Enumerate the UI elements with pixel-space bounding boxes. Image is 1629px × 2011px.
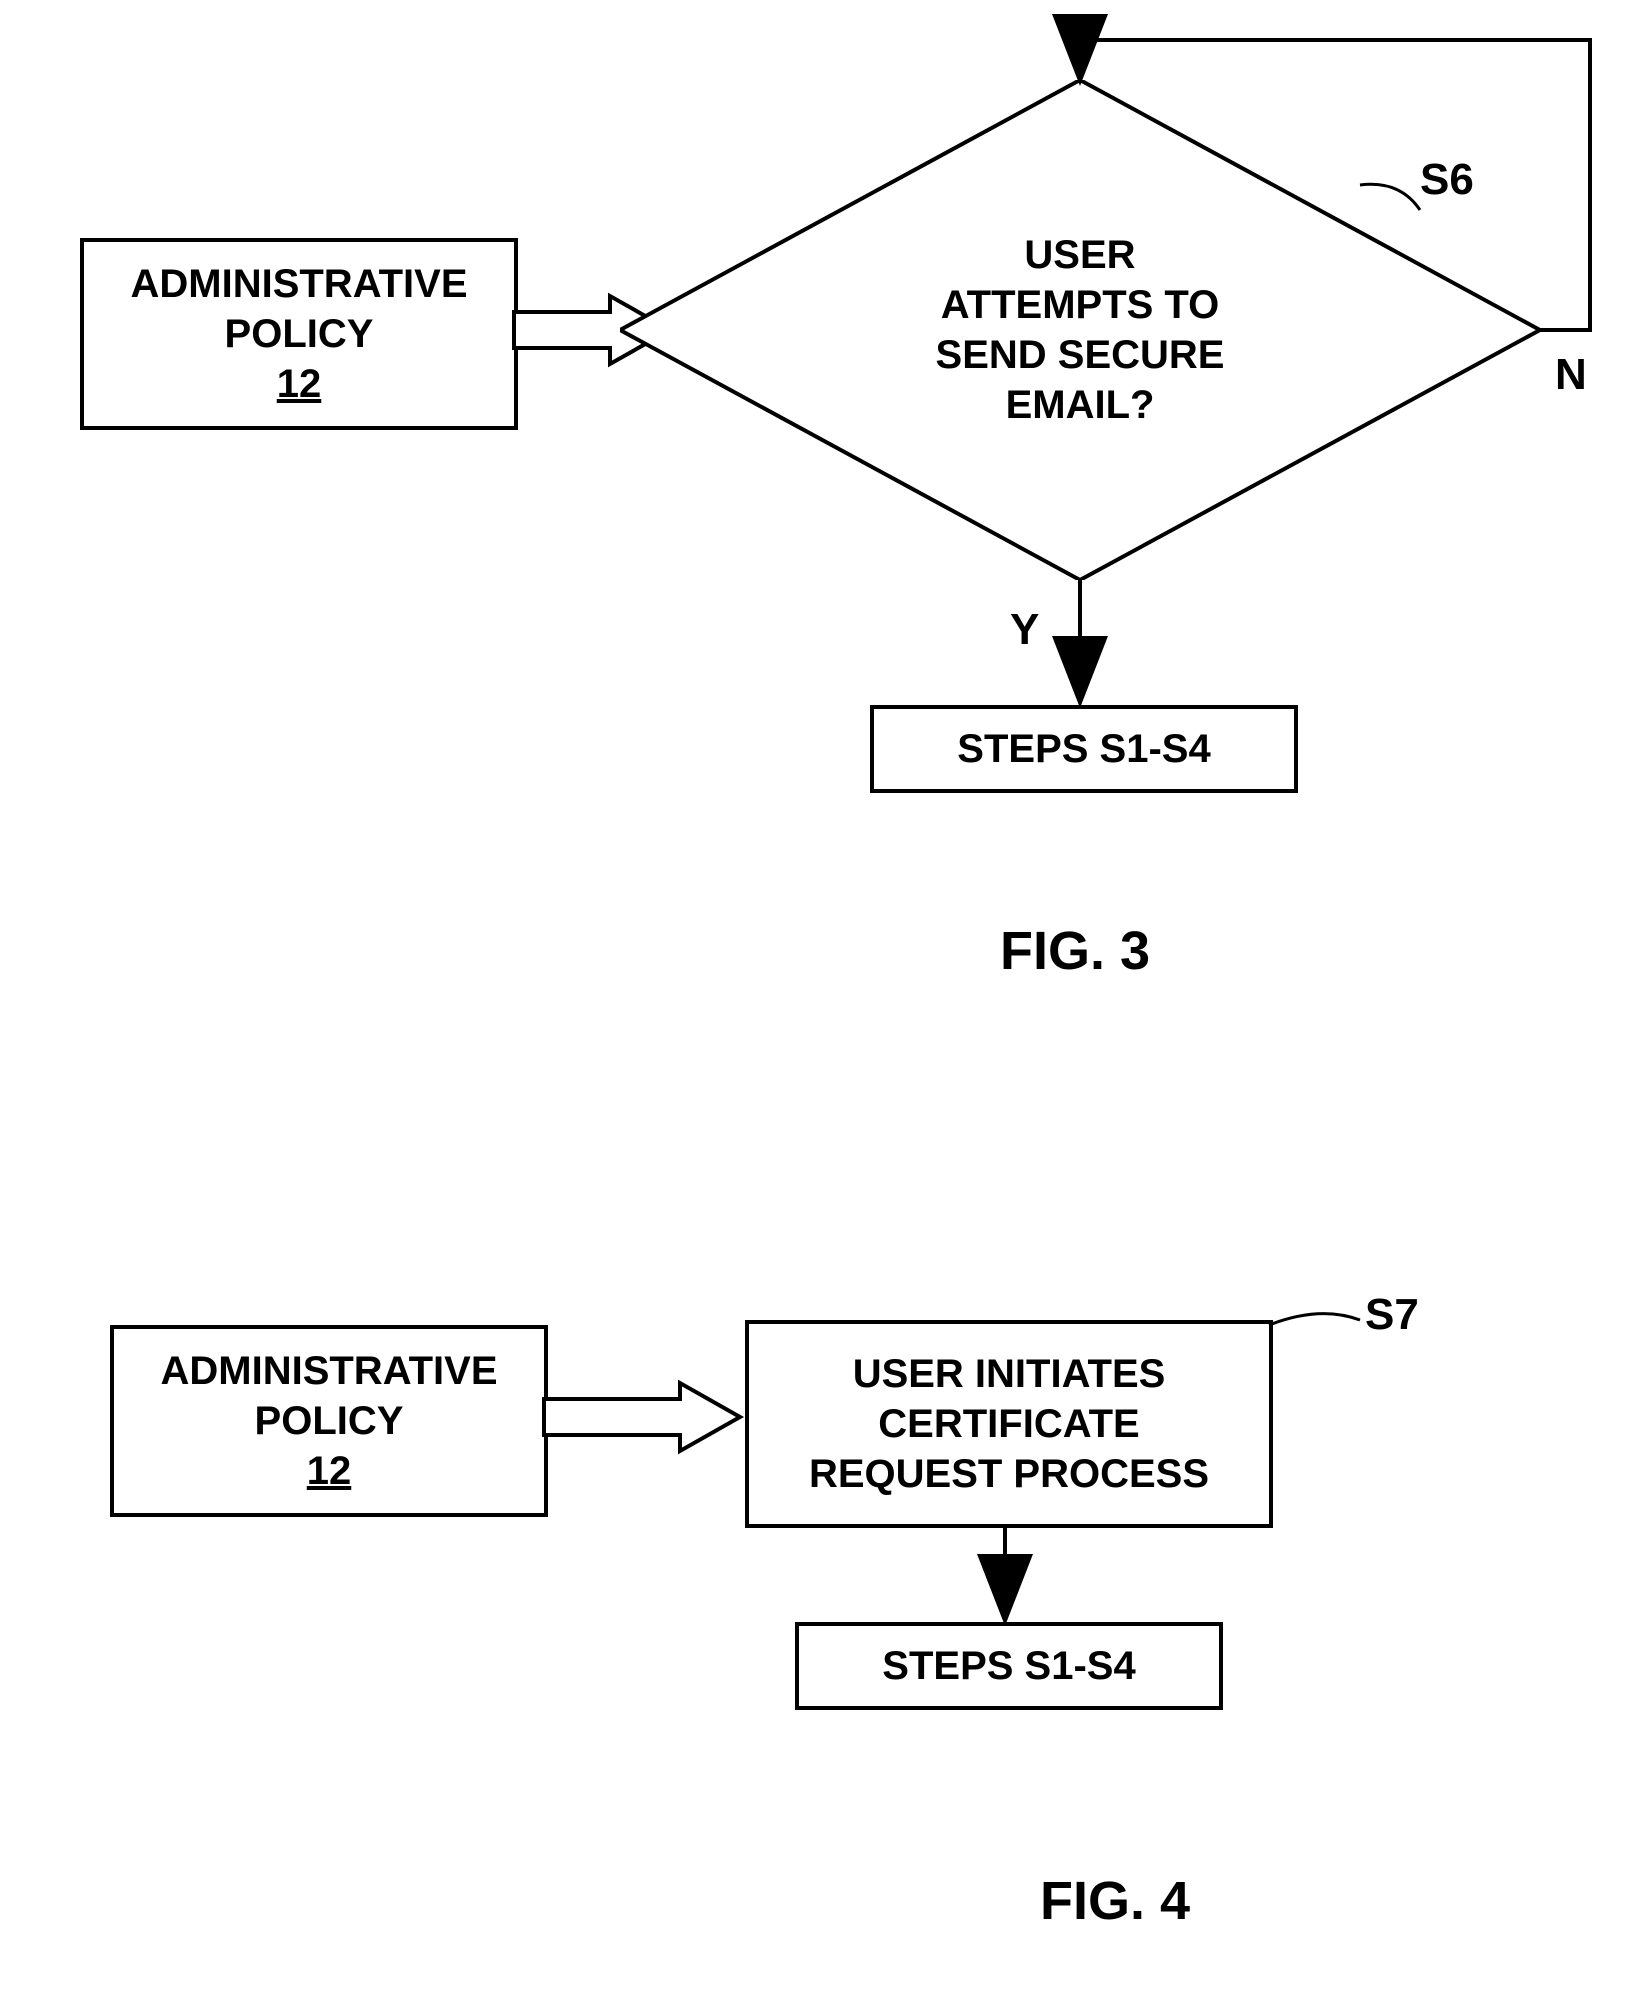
decision-line1: USER [1024, 230, 1135, 280]
fig4-caption: FIG. 4 [1040, 1870, 1190, 1932]
no-label-fig3: N [1555, 350, 1587, 400]
decision-s6: USER ATTEMPTS TO SEND SECURE EMAIL? [620, 80, 1540, 580]
steps-text-fig4: STEPS S1-S4 [882, 1641, 1135, 1691]
process-s7-box: USER INITIATES CERTIFICATE REQUEST PROCE… [745, 1320, 1273, 1528]
admin-policy-line1: ADMINISTRATIVE [130, 259, 467, 309]
decision-s6-label: S6 [1420, 155, 1474, 205]
admin-policy-line1-f4: ADMINISTRATIVE [160, 1346, 497, 1396]
decision-line4: EMAIL? [1006, 380, 1155, 430]
decision-line3: SEND SECURE [936, 330, 1225, 380]
admin-policy-num-f4: 12 [307, 1446, 352, 1496]
process-s7-label: S7 [1365, 1290, 1419, 1340]
process-line3: REQUEST PROCESS [809, 1449, 1209, 1499]
steps-box-fig3: STEPS S1-S4 [870, 705, 1298, 793]
admin-policy-line2-f4: POLICY [255, 1396, 404, 1446]
yes-label-fig3: Y [1010, 605, 1039, 655]
admin-policy-box-fig3: ADMINISTRATIVE POLICY 12 [80, 238, 518, 430]
admin-policy-line2: POLICY [225, 309, 374, 359]
fig3-caption: FIG. 3 [1000, 920, 1150, 982]
steps-text-fig3: STEPS S1-S4 [957, 724, 1210, 774]
process-line2: CERTIFICATE [878, 1399, 1139, 1449]
decision-line2: ATTEMPTS TO [941, 280, 1220, 330]
process-line1: USER INITIATES [853, 1349, 1166, 1399]
admin-policy-box-fig4: ADMINISTRATIVE POLICY 12 [110, 1325, 548, 1517]
steps-box-fig4: STEPS S1-S4 [795, 1622, 1223, 1710]
admin-policy-num: 12 [277, 359, 322, 409]
